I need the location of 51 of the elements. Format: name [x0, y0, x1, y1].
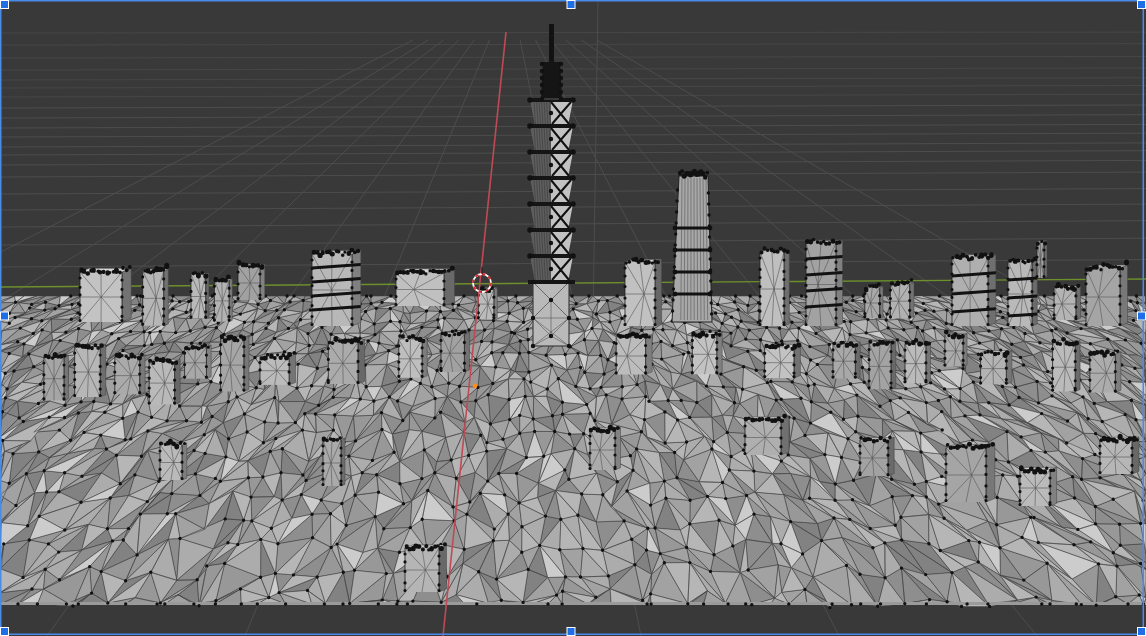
building: [397, 334, 428, 379]
building: [476, 285, 498, 320]
resize-handle[interactable]: [1137, 627, 1146, 636]
building: [1098, 433, 1140, 475]
building: [858, 435, 895, 477]
building: [147, 356, 181, 405]
building: [321, 436, 346, 487]
resize-handle[interactable]: [0, 0, 9, 9]
building: [903, 337, 932, 384]
building: [1051, 336, 1081, 392]
building: [863, 282, 884, 319]
building: [1088, 349, 1122, 393]
building: [690, 329, 723, 375]
building: [212, 274, 233, 322]
building: [403, 542, 447, 593]
resize-handle[interactable]: [566, 0, 576, 9]
resize-handle[interactable]: [1137, 0, 1146, 9]
building: [158, 438, 188, 481]
building: [78, 265, 132, 323]
resize-handle[interactable]: [1137, 311, 1146, 321]
building: [42, 352, 69, 401]
building: [439, 329, 470, 373]
building: [1084, 259, 1130, 327]
building: [1018, 465, 1057, 507]
building: [743, 413, 790, 456]
resize-handle[interactable]: [0, 311, 9, 321]
building: [113, 352, 146, 395]
building: [141, 262, 170, 327]
selected-vertex-icon: [472, 383, 478, 389]
building: [888, 277, 915, 319]
building: [258, 351, 296, 386]
building: [183, 342, 212, 379]
building: [867, 339, 897, 390]
building: [944, 441, 996, 503]
building: [623, 256, 662, 327]
building: [189, 271, 210, 319]
3d-cursor-icon: [472, 266, 492, 293]
building: [831, 340, 861, 379]
building: [588, 424, 621, 471]
building: [394, 265, 455, 307]
resize-handle[interactable]: [566, 627, 576, 636]
building: [1052, 281, 1081, 321]
building: [943, 329, 968, 367]
resize-handle[interactable]: [0, 627, 9, 636]
building: [979, 348, 1013, 385]
building: [236, 259, 266, 301]
building: [614, 331, 653, 375]
building: [763, 342, 802, 379]
building: [219, 334, 250, 392]
building: [326, 335, 365, 385]
building: [73, 343, 107, 398]
